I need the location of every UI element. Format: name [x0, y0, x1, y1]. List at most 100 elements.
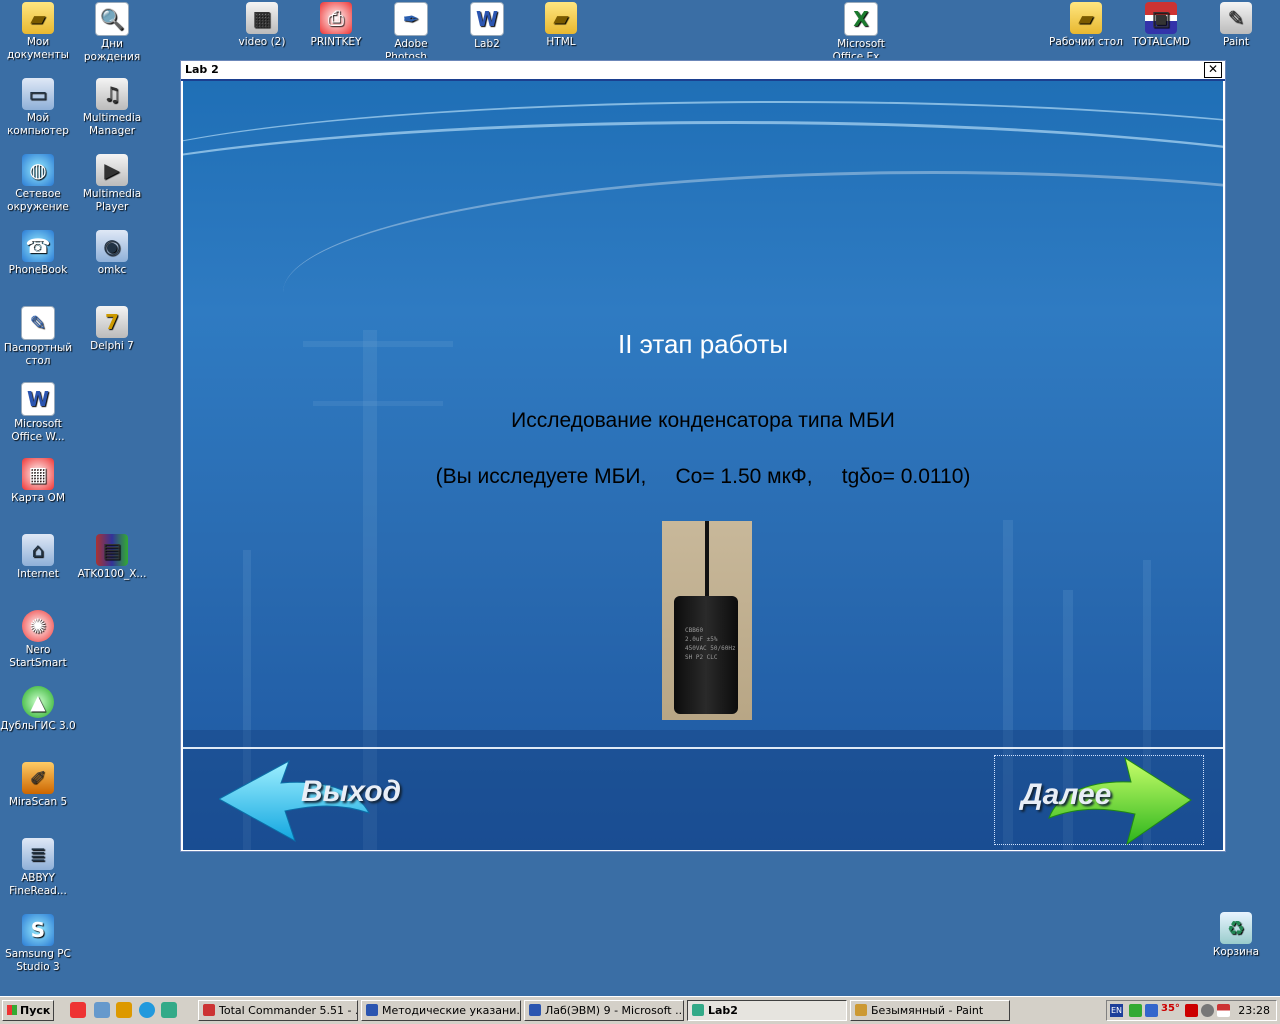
document-icon: 🔍: [95, 2, 129, 36]
network-pc-icon: ◉: [96, 230, 128, 262]
multimedia-icon: ♫: [96, 78, 128, 110]
excel-icon: X: [844, 2, 878, 36]
window-content: II этап работы Исследование конденсатора…: [183, 81, 1223, 850]
desktop-icon-dublgis[interactable]: ▲ ДубльГИС 3.0: [0, 686, 76, 733]
word-icon: [529, 1004, 541, 1016]
tray-monitor-icon[interactable]: [1145, 1004, 1158, 1017]
printkey-icon: ⎙: [320, 2, 352, 34]
internet-icon: ⌂: [22, 534, 54, 566]
desktop-icon-my-documents[interactable]: ▰ Мои документы: [0, 2, 76, 62]
next-button[interactable]: Далее: [994, 755, 1204, 846]
tray-temperature[interactable]: 35°: [1161, 1003, 1180, 1014]
paint-icon: ✎: [1220, 2, 1252, 34]
taskbar: Пуск Total Commander 5.51 - ... Методиче…: [0, 996, 1280, 1024]
scanner-icon: ✐: [22, 762, 54, 794]
capacitor-subtitle: Исследование конденсатора типа МБИ: [511, 409, 895, 432]
desktop-icon-passport[interactable]: ✎ Паспортный стол: [0, 306, 76, 368]
desktop-icon-internet[interactable]: ⌂ Internet: [0, 534, 76, 581]
word-icon: W: [470, 2, 504, 36]
paint-icon: [855, 1004, 867, 1016]
tray-clock-app-icon[interactable]: [1201, 1004, 1214, 1017]
desktop-icon-printkey[interactable]: ⎙ PRINTKEY: [298, 2, 374, 58]
video-icon: ▦: [246, 2, 278, 34]
taskbar-button-lab2[interactable]: Lab2: [687, 1000, 847, 1021]
recycle-bin-icon: ♻: [1220, 912, 1252, 944]
folder-icon: ▰: [545, 2, 577, 34]
exit-button-label: Выход: [301, 775, 402, 808]
lab2-app-icon: [692, 1004, 704, 1016]
computer-icon: ▭: [22, 78, 54, 110]
desktop-icon-my-computer[interactable]: ▭ Мой компьютер: [0, 78, 76, 138]
desktop-icon-delphi[interactable]: 7 Delphi 7: [74, 306, 150, 353]
capacitor-label-text: CBB60 2.0uF ±5% 450VAC 50/60Hz SH P2 CLC: [685, 627, 736, 661]
capacitor-params: (Вы исследуете МБИ, Co= 1.50 мкФ, tgδo= …: [435, 465, 971, 488]
capacitor-photo: CBB60 2.0uF ±5% 450VAC 50/60Hz SH P2 CLC: [662, 521, 752, 720]
system-tray: EN 35° 23:28: [1106, 1000, 1277, 1021]
desktop-icon-atk0100[interactable]: ▤ ATK0100_X...: [74, 534, 150, 581]
start-button[interactable]: Пуск: [2, 1000, 54, 1021]
desktop-icon-phonebook[interactable]: ☎ PhoneBook: [0, 230, 76, 277]
quicklaunch-opera-icon[interactable]: [70, 1002, 86, 1018]
desktop-icon-html[interactable]: ▰ HTML: [523, 2, 599, 58]
desktop-icon-network[interactable]: ◍ Сетевое окружение: [0, 154, 76, 214]
capacitor-wire: [705, 521, 709, 599]
quicklaunch-pencil-icon[interactable]: [116, 1002, 132, 1018]
phone-icon: ☎: [22, 230, 54, 262]
desktop-icon-video[interactable]: ▦ video (2): [224, 2, 300, 58]
tray-flag-icon[interactable]: [1217, 1004, 1230, 1017]
window-titlebar[interactable]: Lab 2 ✕: [181, 61, 1225, 81]
desktop-icon-map-om[interactable]: ▦ Карта ОМ: [0, 458, 76, 505]
floppy-icon: [203, 1004, 215, 1016]
taskbar-button-total-commander[interactable]: Total Commander 5.51 - ...: [198, 1000, 358, 1021]
dublgis-icon: ▲: [22, 686, 54, 718]
folder-icon: ▰: [22, 2, 54, 34]
power-tower-silhouette: [313, 401, 443, 406]
desktop-icon-photoshop[interactable]: ✒ Adobe Photosh...: [373, 2, 449, 58]
window-title: Lab 2: [185, 63, 219, 76]
archive-icon: ▤: [96, 534, 128, 566]
desktop-icon-mirascan[interactable]: ✐ MiraScan 5: [0, 762, 76, 809]
desktop-icon-abbyy[interactable]: ≣ ABBYY FineRead...: [0, 838, 76, 898]
desktop-icon-multimedia-player[interactable]: ▶ Multimedia Player: [74, 154, 150, 214]
quicklaunch-ie-icon[interactable]: [139, 1002, 155, 1018]
tray-network-icon[interactable]: [1129, 1004, 1142, 1017]
desktop-icon-paint[interactable]: ✎ Paint: [1198, 2, 1274, 58]
quicklaunch-desktop-icon[interactable]: [94, 1002, 110, 1018]
desktop-icon-rabochiy-stol[interactable]: ▰ Рабочий стол: [1048, 2, 1124, 58]
desktop-icon-birthdays[interactable]: 🔍 Дни рождения: [74, 2, 150, 64]
desktop-icon-totalcmd[interactable]: ▣ TOTALCMD: [1123, 2, 1199, 58]
desktop-icon-ms-word[interactable]: W Microsoft Office W...: [0, 382, 76, 444]
photoshop-icon: ✒: [394, 2, 428, 36]
desktop-icon-samsung[interactable]: S Samsung PC Studio 3: [0, 914, 76, 974]
stage-title: II этап работы: [617, 329, 789, 359]
desktop-icon-recycle-bin[interactable]: ♻ Корзина: [1198, 912, 1274, 959]
floppy-icon: ▣: [1145, 2, 1177, 34]
taskbar-button-paint[interactable]: Безымянный - Paint: [850, 1000, 1010, 1021]
document-icon: ✎: [21, 306, 55, 340]
desktop-icon-multimedia-manager[interactable]: ♫ Multimedia Manager: [74, 78, 150, 138]
word-icon: [366, 1004, 378, 1016]
folder-icon: ▰: [1070, 2, 1102, 34]
word-icon: W: [21, 382, 55, 416]
desktop-icon-lab2[interactable]: W Lab2: [449, 2, 525, 58]
desktop-icon-nero[interactable]: ✺ Nero StartSmart: [0, 610, 76, 670]
exit-button[interactable]: Выход: [217, 753, 402, 845]
next-button-label: Далее: [1021, 778, 1112, 811]
tray-kaspersky-icon[interactable]: [1185, 1004, 1198, 1017]
close-button[interactable]: ✕: [1204, 62, 1222, 78]
windows-flag-icon: [7, 1005, 17, 1015]
desktop-icon-omkc[interactable]: ◉ omkc: [74, 230, 150, 277]
nero-icon: ✺: [22, 610, 54, 642]
player-icon: ▶: [96, 154, 128, 186]
network-icon: ◍: [22, 154, 54, 186]
language-indicator[interactable]: EN: [1110, 1004, 1123, 1017]
tray-clock[interactable]: 23:28: [1238, 1003, 1270, 1019]
taskbar-button-lab-word[interactable]: Лаб(ЭВМ) 9 - Microsoft ...: [524, 1000, 684, 1021]
samsung-icon: S: [22, 914, 54, 946]
desktop-icon-ms-excel[interactable]: X Microsoft Office Ex...: [823, 2, 899, 58]
taskbar-button-methodology[interactable]: Методические указани...: [361, 1000, 521, 1021]
delphi-icon: 7: [96, 306, 128, 338]
abbyy-icon: ≣: [22, 838, 54, 870]
app-window: Lab 2 ✕ II этап работы Исследование конд…: [180, 60, 1226, 852]
quicklaunch-app-icon[interactable]: [161, 1002, 177, 1018]
